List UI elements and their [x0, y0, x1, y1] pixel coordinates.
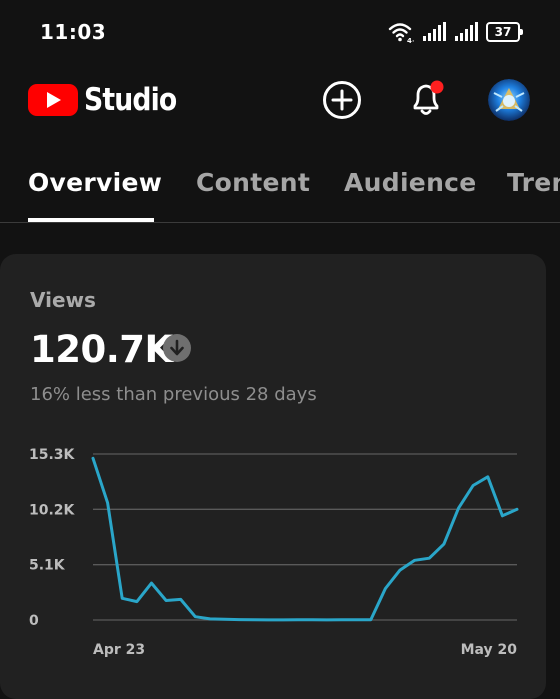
- status-icons: 4+ 37: [388, 20, 523, 44]
- notifications-button[interactable]: [406, 78, 448, 120]
- avatar-image: [488, 79, 530, 121]
- avatar[interactable]: [488, 79, 530, 121]
- views-card[interactable]: Views 120.7K 16% less than previous 28 d…: [0, 254, 546, 699]
- tab-trends[interactable]: Tren: [507, 168, 560, 197]
- y-tick-label: 10.2K: [29, 502, 76, 518]
- add-circle-icon: [323, 81, 361, 119]
- y-tick-label: 0: [29, 613, 39, 629]
- create-button[interactable]: [322, 80, 362, 120]
- youtube-play-icon: [28, 84, 78, 116]
- tab-content[interactable]: Content: [196, 168, 310, 197]
- bell-icon: [413, 80, 444, 115]
- status-bar: 11:03 4+ 37: [0, 0, 560, 64]
- tab-overview[interactable]: Overview: [28, 168, 162, 197]
- notification-dot: [430, 80, 444, 94]
- app-bar: Studio: [0, 64, 560, 136]
- tab-bar: Overview Content Audience Tren: [0, 150, 560, 223]
- y-tick-label: 5.1K: [29, 558, 66, 574]
- signal-icon: [423, 22, 446, 41]
- x-tick-label: Apr 23: [93, 642, 145, 658]
- views-chart[interactable]: 15.3K 10.2K 5.1K 0 Apr 23 May 20: [0, 254, 546, 699]
- signal-icon: [455, 22, 478, 41]
- active-tab-indicator: [28, 218, 154, 222]
- status-clock: 11:03: [40, 20, 107, 44]
- svg-text:4+: 4+: [407, 37, 414, 43]
- x-tick-label: May 20: [461, 642, 518, 658]
- logo-text: Studio: [84, 82, 177, 118]
- y-tick-label: 15.3K: [29, 447, 76, 463]
- tab-audience[interactable]: Audience: [344, 168, 477, 197]
- wifi-icon: 4+: [388, 23, 414, 43]
- battery-icon: 37: [486, 22, 523, 42]
- views-series-line: [91, 456, 519, 622]
- youtube-studio-logo[interactable]: Studio: [28, 82, 191, 118]
